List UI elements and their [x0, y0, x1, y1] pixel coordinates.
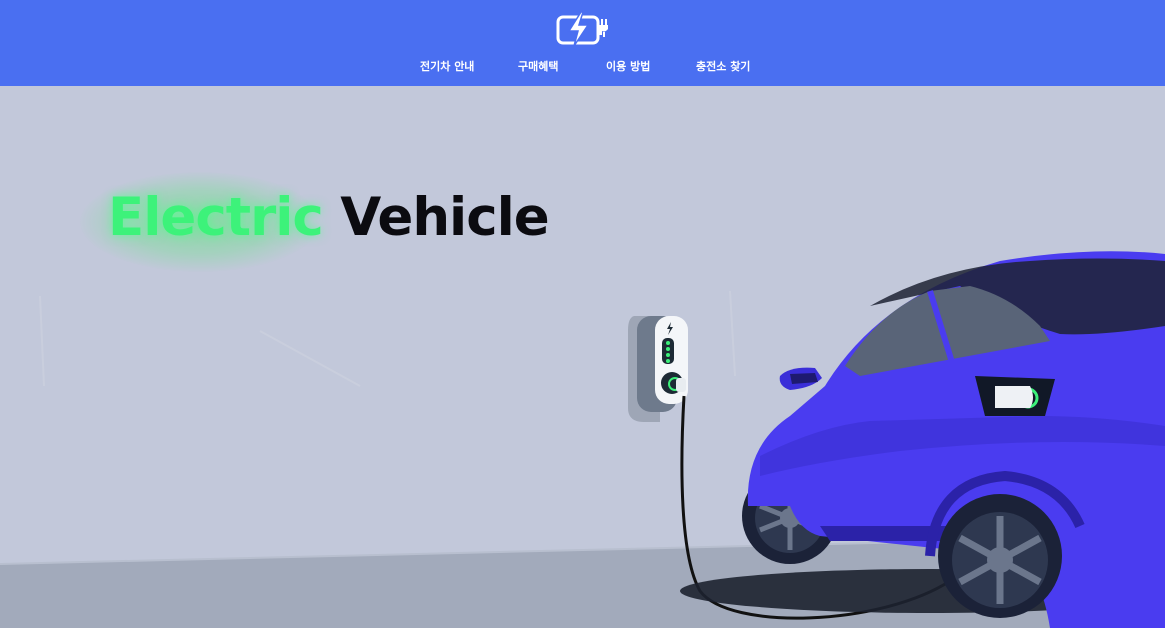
- hero-title-highlight: Electric: [108, 187, 324, 248]
- nav-find-charging-station[interactable]: 충전소 찾기: [696, 60, 750, 74]
- hero-title-rest: Vehicle: [340, 187, 549, 248]
- nav-how-to-use[interactable]: 이용 방법: [606, 60, 650, 74]
- battery-charging-logo-icon[interactable]: [555, 11, 611, 47]
- nav-purchase-benefits[interactable]: 구매혜택: [518, 60, 558, 74]
- main-nav: 전기차 안내 구매혜택 이용 방법 충전소 찾기: [0, 60, 1165, 76]
- site-header: 전기차 안내 구매혜택 이용 방법 충전소 찾기: [0, 0, 1165, 86]
- nav-ev-guide[interactable]: 전기차 안내: [420, 60, 474, 74]
- electric-car-charging-illustration: [0, 251, 1165, 628]
- hero-title: Electric Vehicle: [108, 186, 550, 250]
